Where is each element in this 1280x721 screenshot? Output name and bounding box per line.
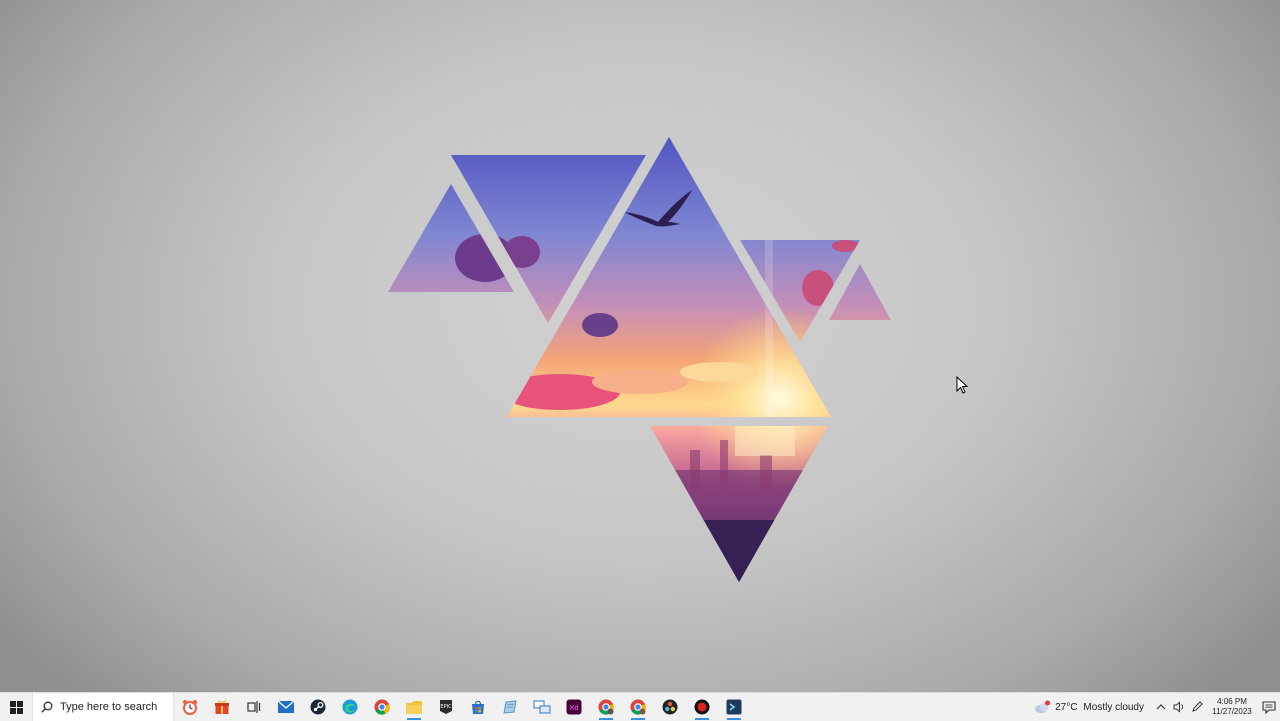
desktop[interactable] — [0, 0, 1280, 692]
svg-text:EPIC: EPIC — [440, 704, 452, 710]
gift-icon — [215, 700, 229, 714]
taskbar-app-alarms[interactable] — [174, 693, 206, 721]
tray-pen[interactable] — [1188, 693, 1206, 721]
taskbar-app-recorder[interactable] — [686, 693, 718, 721]
clock-time: 4:06 PM — [1217, 697, 1247, 706]
taskbar-app-adobe-xd[interactable]: Xd — [558, 693, 590, 721]
clock-date: 11/27/2023 — [1212, 707, 1252, 716]
epic-games-icon: EPIC — [440, 700, 452, 714]
start-button[interactable] — [0, 693, 32, 721]
taskbar-app-chrome[interactable] — [366, 693, 398, 721]
notification-center-button[interactable] — [1258, 693, 1280, 721]
taskbar-app-store[interactable] — [462, 693, 494, 721]
chevron-up-icon — [1156, 704, 1166, 710]
taskbar-app-epic-games[interactable]: EPIC — [430, 693, 462, 721]
system-tray: 27°C Mostly cloudy 4:06 PM 11/27/2023 — [1033, 693, 1280, 721]
taskbar-app-file-explorer[interactable] — [398, 693, 430, 721]
davinci-icon — [662, 699, 678, 715]
taskbar-app-chrome-profile-1[interactable] — [590, 693, 622, 721]
taskbar: Type here to search EPIC Xd 27°C Mostly … — [0, 692, 1280, 721]
weather-widget[interactable]: 27°C Mostly cloudy — [1033, 700, 1152, 714]
chrome-icon — [630, 699, 646, 715]
chrome-icon — [598, 699, 614, 715]
adobe-xd-icon: Xd — [566, 699, 582, 715]
taskbar-clock[interactable]: 4:06 PM 11/27/2023 — [1206, 697, 1258, 717]
weather-temperature: 27°C — [1055, 701, 1078, 713]
mouse-cursor-icon — [956, 376, 968, 394]
terminal-icon — [726, 699, 742, 715]
notes-icon — [503, 700, 517, 714]
taskbar-app-gift[interactable] — [206, 693, 238, 721]
taskbar-search-box[interactable]: Type here to search — [32, 693, 174, 721]
chrome-icon — [374, 699, 390, 715]
taskbar-app-notes[interactable] — [494, 693, 526, 721]
task-view-icon — [247, 701, 261, 713]
tray-overflow-button[interactable] — [1152, 693, 1170, 721]
edge-icon — [342, 699, 358, 715]
weather-condition: Mostly cloudy — [1083, 701, 1144, 713]
taskbar-app-mail[interactable] — [270, 693, 302, 721]
network-icon — [533, 700, 551, 714]
taskbar-app-steam[interactable] — [302, 693, 334, 721]
taskbar-app-edge[interactable] — [334, 693, 366, 721]
mail-icon — [277, 700, 295, 713]
search-icon — [41, 701, 53, 713]
alarm-clock-icon — [183, 700, 197, 715]
taskbar-task-view[interactable] — [238, 693, 270, 721]
weather-cloudy-icon — [1035, 700, 1051, 713]
store-icon — [472, 700, 484, 714]
speaker-icon — [1173, 701, 1184, 713]
taskbar-app-network[interactable] — [526, 693, 558, 721]
tray-volume[interactable] — [1170, 693, 1188, 721]
taskbar-app-davinci[interactable] — [654, 693, 686, 721]
windows-logo-icon — [9, 700, 23, 714]
notification-icon — [1262, 700, 1276, 714]
svg-text:Xd: Xd — [569, 703, 578, 712]
pen-icon — [1192, 701, 1203, 712]
folder-icon — [406, 700, 422, 714]
record-icon — [694, 699, 710, 715]
taskbar-app-terminal[interactable] — [718, 693, 750, 721]
steam-icon — [310, 699, 326, 715]
search-placeholder: Type here to search — [60, 701, 158, 713]
wallpaper-triangle-art — [388, 137, 891, 582]
taskbar-app-chrome-profile-2[interactable] — [622, 693, 654, 721]
